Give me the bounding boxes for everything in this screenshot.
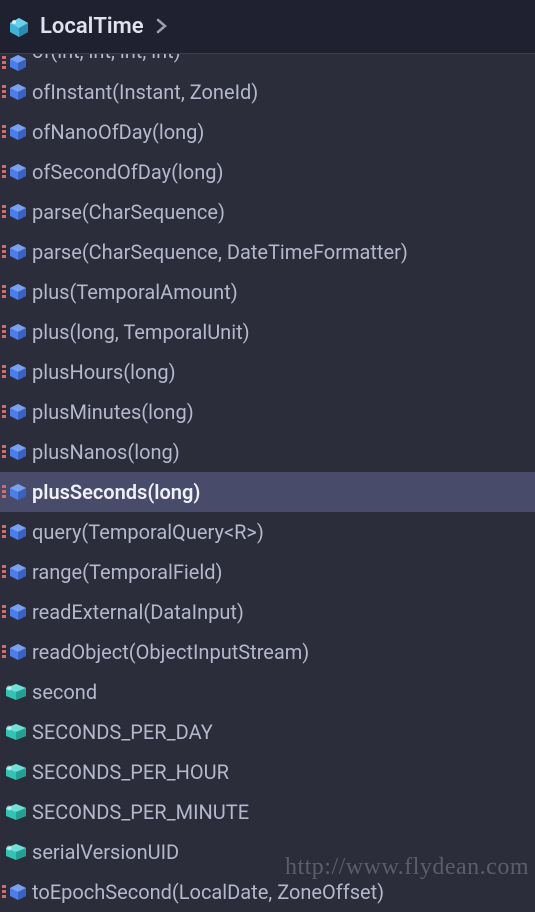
method-icon (2, 882, 28, 902)
member-list: of(int, int, int, int) ofInstant(Instant… (0, 54, 535, 912)
member-label: plus(long, TemporalUnit) (32, 320, 250, 344)
chevron-right-icon (156, 15, 168, 39)
member-label: plusNanos(long) (32, 440, 180, 464)
member-label: SECONDS_PER_HOUR (32, 760, 229, 784)
member-label: second (32, 680, 97, 704)
method-icon (2, 162, 28, 182)
list-item[interactable]: of(int, int, int, int) (0, 54, 535, 72)
member-label: readObject(ObjectInputStream) (32, 640, 309, 664)
member-label: SECONDS_PER_MINUTE (32, 800, 249, 824)
list-item[interactable]: plusNanos(long) (0, 432, 535, 472)
class-name[interactable]: LocalTime (40, 14, 144, 39)
method-icon (2, 122, 28, 142)
field-icon (2, 722, 28, 742)
member-label: of(int, int, int, int) (32, 54, 181, 63)
member-label: readExternal(DataInput) (32, 600, 244, 624)
list-item[interactable]: SECONDS_PER_DAY (0, 712, 535, 752)
member-label: plus(TemporalAmount) (32, 280, 238, 304)
list-item[interactable]: plus(TemporalAmount) (0, 272, 535, 312)
list-item[interactable]: toEpochSecond(LocalDate, ZoneOffset) (0, 872, 535, 912)
member-label: parse(CharSequence, DateTimeFormatter) (32, 240, 408, 264)
list-item[interactable]: plusSeconds(long) (0, 472, 535, 512)
member-label: parse(CharSequence) (32, 200, 225, 224)
field-icon (2, 762, 28, 782)
list-item[interactable]: parse(CharSequence) (0, 192, 535, 232)
list-item[interactable]: readExternal(DataInput) (0, 592, 535, 632)
list-item[interactable]: plus(long, TemporalUnit) (0, 312, 535, 352)
list-item[interactable]: range(TemporalField) (0, 552, 535, 592)
class-icon (8, 16, 30, 38)
list-item[interactable]: serialVersionUID (0, 832, 535, 872)
member-label: plusMinutes(long) (32, 400, 194, 424)
list-item[interactable]: parse(CharSequence, DateTimeFormatter) (0, 232, 535, 272)
method-icon (2, 242, 28, 262)
list-item[interactable]: SECONDS_PER_MINUTE (0, 792, 535, 832)
method-icon (2, 282, 28, 302)
method-icon (2, 362, 28, 382)
method-icon (2, 602, 28, 622)
method-icon (2, 202, 28, 222)
field-icon (2, 842, 28, 862)
list-item[interactable]: query(TemporalQuery<R>) (0, 512, 535, 552)
member-label: SECONDS_PER_DAY (32, 720, 213, 744)
member-label: toEpochSecond(LocalDate, ZoneOffset) (32, 880, 384, 904)
member-label: plusHours(long) (32, 360, 176, 384)
method-icon (2, 442, 28, 462)
list-item[interactable]: plusHours(long) (0, 352, 535, 392)
method-icon (2, 642, 28, 662)
member-label: ofSecondOfDay(long) (32, 160, 223, 184)
breadcrumb-header: LocalTime (0, 0, 535, 54)
method-icon (2, 82, 28, 102)
list-item[interactable]: ofNanoOfDay(long) (0, 112, 535, 152)
method-icon (2, 482, 28, 502)
member-label: ofInstant(Instant, ZoneId) (32, 80, 258, 104)
member-label: ofNanoOfDay(long) (32, 120, 204, 144)
list-item[interactable]: second (0, 672, 535, 712)
member-label: range(TemporalField) (32, 560, 223, 584)
member-label: serialVersionUID (32, 840, 179, 864)
member-label: query(TemporalQuery<R>) (32, 520, 264, 544)
method-icon (2, 402, 28, 422)
list-item[interactable]: SECONDS_PER_HOUR (0, 752, 535, 792)
method-icon (2, 322, 28, 342)
method-icon (2, 522, 28, 542)
list-item[interactable]: readObject(ObjectInputStream) (0, 632, 535, 672)
field-icon (2, 682, 28, 702)
list-item[interactable]: ofSecondOfDay(long) (0, 152, 535, 192)
member-label: plusSeconds(long) (32, 480, 200, 504)
field-icon (2, 802, 28, 822)
method-icon (2, 562, 28, 582)
method-icon (2, 54, 28, 72)
list-item[interactable]: ofInstant(Instant, ZoneId) (0, 72, 535, 112)
list-item[interactable]: plusMinutes(long) (0, 392, 535, 432)
